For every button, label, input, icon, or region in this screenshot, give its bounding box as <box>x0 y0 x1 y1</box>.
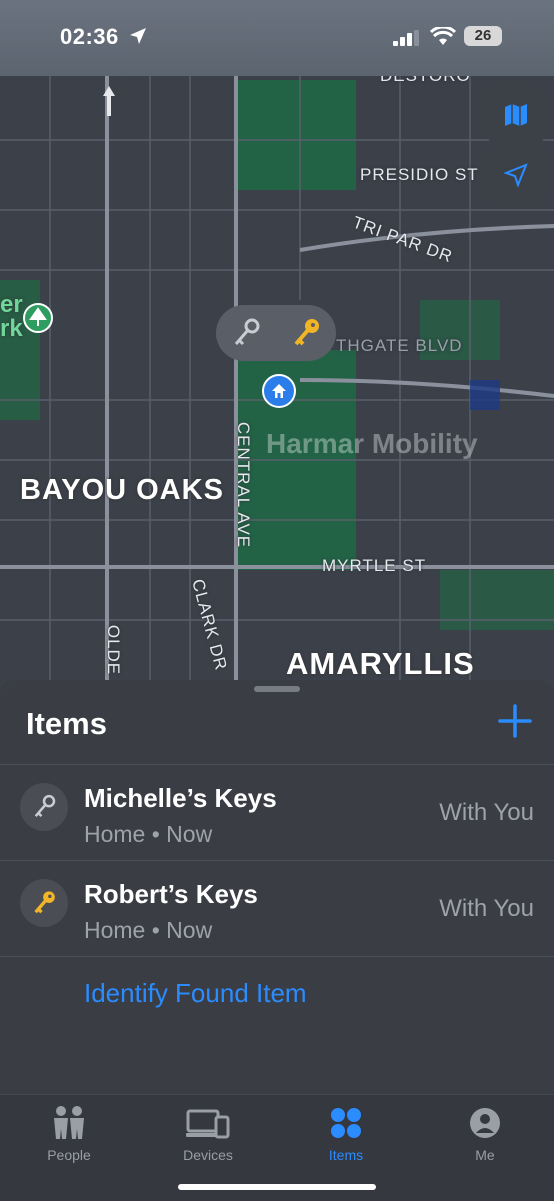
status-time: 02:36 <box>60 24 119 49</box>
keys-cluster-marker[interactable] <box>216 305 336 361</box>
sheet-grabber[interactable] <box>254 686 300 692</box>
identify-found-item-link[interactable]: Identify Found Item <box>84 978 307 1009</box>
street-label-presidio: PRESIDIO ST <box>360 165 479 184</box>
tab-label: People <box>47 1147 91 1163</box>
tab-label: Devices <box>183 1147 233 1163</box>
divider <box>0 956 554 957</box>
tab-me[interactable]: Me <box>435 1103 535 1163</box>
map-mode-button[interactable] <box>487 86 545 144</box>
street-label-central: CENTRAL AVE <box>234 421 254 549</box>
key-icon <box>294 319 319 346</box>
item-name: Robert’s Keys <box>84 879 258 909</box>
key-icon <box>34 794 56 818</box>
tab-label: Items <box>328 1147 364 1163</box>
item-avatar <box>20 879 68 927</box>
item-row-michelles-keys[interactable]: Michelle’s Keys Home • Now With You <box>0 764 554 861</box>
item-name: Michelle’s Keys <box>84 783 277 813</box>
park-label-partial: er rk <box>0 291 23 342</box>
tab-label: Me <box>475 1147 495 1163</box>
map-icon <box>505 104 527 126</box>
item-location: Home • Now <box>84 821 213 847</box>
add-item-button[interactable] <box>498 704 532 738</box>
street-label-olde: OLDE <box>104 624 124 676</box>
street-label-myrtle: MYRTLE ST <box>322 556 427 575</box>
people-icon <box>54 1106 84 1139</box>
home-icon <box>272 384 286 398</box>
person-icon <box>470 1108 500 1138</box>
tab-items[interactable]: Items <box>296 1103 396 1163</box>
wifi-icon <box>430 27 456 45</box>
items-sheet[interactable]: Items Michelle’s Keys Home • Now With Yo… <box>0 680 554 1094</box>
cellular-signal-icon <box>393 30 419 46</box>
tab-devices[interactable]: Devices <box>158 1103 258 1163</box>
key-icon <box>34 891 55 914</box>
item-status: With You <box>439 799 534 826</box>
item-avatar <box>20 783 68 831</box>
tab-people[interactable]: People <box>19 1103 119 1163</box>
devices-icon <box>186 1109 230 1139</box>
map-view[interactable]: PRESIDIO ST TRI PAR DR CENTRAL AVE MYRTL… <box>0 0 554 700</box>
battery-indicator: 26 <box>464 26 502 46</box>
item-location: Home • Now <box>84 917 213 943</box>
key-icon <box>234 318 260 346</box>
current-location-button[interactable] <box>487 146 545 204</box>
street-label-southgate: THGATE BLVD <box>336 336 463 355</box>
home-indicator[interactable] <box>178 1184 376 1190</box>
items-icon <box>331 1108 361 1138</box>
location-arrow-icon <box>504 163 528 187</box>
item-row-roberts-keys[interactable]: Robert’s Keys Home • Now With You <box>0 860 554 957</box>
area-label-amaryllis: AMARYLLIS <box>286 646 475 681</box>
location-arrow-icon <box>130 28 146 44</box>
sheet-title: Items <box>26 706 107 741</box>
map-watermark: Harmar Mobility <box>266 428 478 459</box>
home-pin[interactable] <box>262 374 296 408</box>
area-label-bayou-oaks: BAYOU OAKS <box>20 474 224 506</box>
item-status: With You <box>439 895 534 922</box>
status-bar: 02:36 26 <box>0 0 554 76</box>
north-arrow <box>102 86 116 121</box>
